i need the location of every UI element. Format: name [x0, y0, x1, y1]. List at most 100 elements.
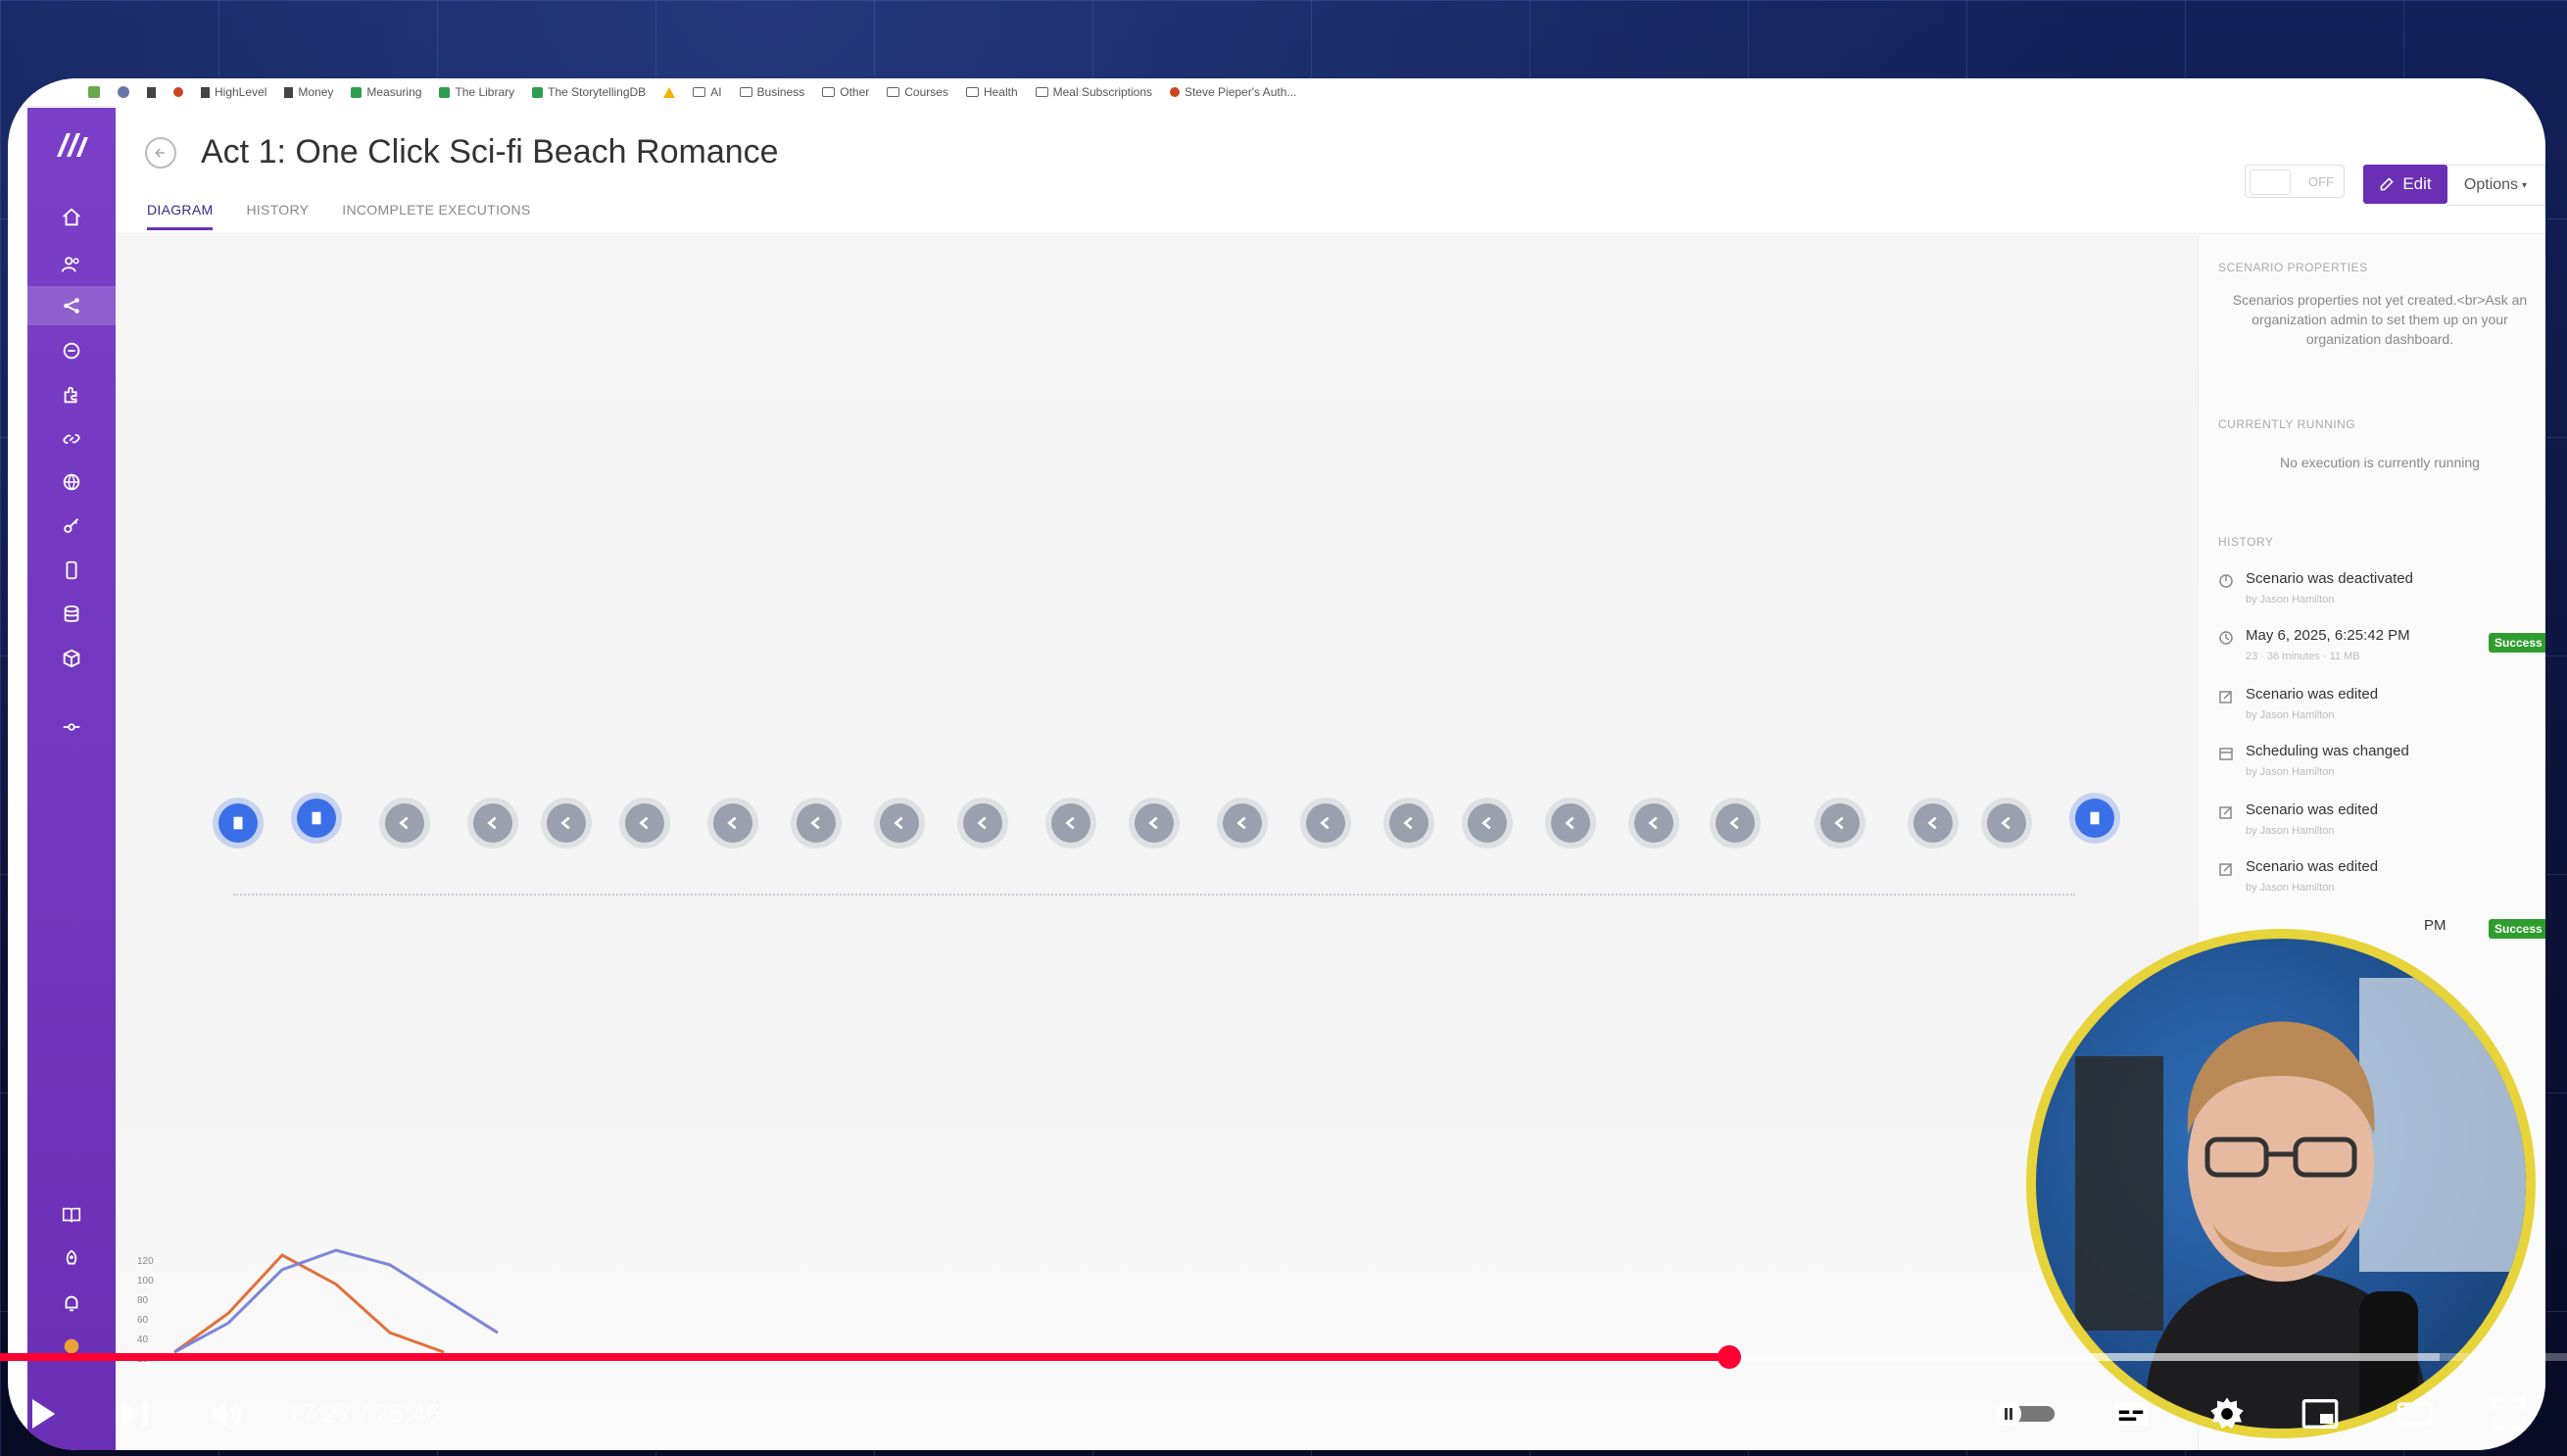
openai-module-node[interactable]: [1634, 803, 1673, 843]
scenario-diagram-canvas[interactable]: 12010080604020: [116, 235, 2198, 1450]
scenario-header: Act 1: One Click Sci-fi Beach Romance DI…: [116, 106, 2545, 234]
home-icon[interactable]: [27, 198, 116, 237]
webcam-overlay: [2026, 929, 2536, 1438]
scenarios-share-icon[interactable]: [27, 286, 116, 325]
google-docs-module-node[interactable]: [297, 799, 336, 838]
openai-module-node[interactable]: [1913, 803, 1953, 843]
openai-module-node[interactable]: [1389, 803, 1429, 843]
openai-module-node[interactable]: [1051, 803, 1090, 843]
history-entry-sub: by Jason Hamilton: [2246, 825, 2335, 837]
openai-module-node[interactable]: [797, 803, 836, 843]
scenario-properties-heading: SCENARIO PROPERTIES: [2218, 261, 2368, 274]
google-docs-module-node[interactable]: [218, 803, 258, 843]
bookmark-item[interactable]: The StorytellingDB: [532, 85, 646, 99]
history-entry-sub: by Jason Hamilton: [2246, 594, 2335, 606]
globe-icon[interactable]: [27, 462, 116, 502]
history-entry-title: Scenario was edited: [2246, 858, 2379, 875]
drive-icon[interactable]: [663, 86, 676, 98]
openai-module-node[interactable]: [385, 803, 424, 843]
bookmarks-bar: HighLevel Money Measuring The Library Th…: [8, 78, 2545, 107]
autoplay-toggle[interactable]: [1994, 1389, 2058, 1438]
tab-history[interactable]: HISTORY: [246, 202, 309, 230]
bookmark-folder[interactable]: AI: [693, 85, 722, 99]
volume-icon[interactable]: [202, 1389, 251, 1438]
bookmark-item[interactable]: Steve Pieper's Auth...: [1170, 85, 1296, 99]
commit-icon[interactable]: [27, 707, 116, 747]
options-button[interactable]: Options ▾: [2446, 165, 2545, 206]
team-icon[interactable]: [27, 245, 116, 284]
subtitles-icon[interactable]: [2107, 1389, 2155, 1438]
link-icon[interactable]: [27, 419, 116, 459]
chart-y-tick-label: 60: [137, 1315, 149, 1326]
doc-icon: [147, 86, 156, 98]
history-entry-title: Scenario was edited: [2246, 686, 2379, 703]
openai-module-node[interactable]: [880, 803, 919, 843]
openai-module-node[interactable]: [1306, 803, 1345, 843]
datastore-icon[interactable]: [27, 595, 116, 634]
player-controls: 17:27 / 25:46: [0, 1372, 2567, 1456]
scheduling-toggle[interactable]: OFF: [2245, 165, 2345, 198]
tab-incomplete-executions[interactable]: INCOMPLETE EXECUTIONS: [342, 202, 530, 230]
rocket-icon[interactable]: [27, 1239, 116, 1279]
history-entry-title: Scenario was edited: [2246, 801, 2379, 818]
openai-module-node[interactable]: [625, 803, 664, 843]
edit-icon: [2219, 806, 2232, 819]
google-docs-module-node[interactable]: [2075, 799, 2114, 838]
back-arrow-icon[interactable]: [145, 137, 176, 169]
flow-connector: [233, 894, 2075, 896]
options-button-label: Options: [2463, 176, 2519, 193]
video-progress-bar[interactable]: [0, 1353, 2567, 1361]
history-entry-sub: 23 · 36 minutes · 11 MB: [2246, 651, 2360, 662]
extension-icon: [118, 86, 129, 98]
miniplayer-icon[interactable]: [2296, 1389, 2345, 1438]
progress-scrubber[interactable]: [1718, 1345, 1741, 1369]
openai-module-node[interactable]: [963, 803, 1002, 843]
theater-mode-icon[interactable]: [2391, 1389, 2440, 1438]
bookmark-folder[interactable]: Health: [965, 85, 1018, 99]
page-title: Act 1: One Click Sci-fi Beach Romance: [201, 133, 779, 170]
book-icon[interactable]: [27, 1195, 116, 1235]
bookmark-item[interactable]: Money: [284, 85, 333, 99]
openai-module-node[interactable]: [473, 803, 512, 843]
bookmark-item[interactable]: Measuring: [351, 85, 421, 99]
edit-icon: [2219, 863, 2232, 876]
edit-icon: [2219, 691, 2232, 704]
openai-module-node[interactable]: [1987, 803, 2026, 843]
history-entry-sub: by Jason Hamilton: [2246, 882, 2335, 894]
play-icon[interactable]: [18, 1389, 67, 1438]
next-icon[interactable]: [110, 1389, 159, 1438]
openai-module-node[interactable]: [1551, 803, 1590, 843]
key-icon[interactable]: [27, 507, 116, 546]
templates-icon[interactable]: [27, 331, 116, 370]
openai-module-node[interactable]: [1223, 803, 1262, 843]
bookmark-folder[interactable]: Meal Subscriptions: [1035, 85, 1152, 99]
apps-icon: [88, 86, 100, 98]
device-icon[interactable]: [27, 551, 116, 590]
openai-module-node[interactable]: [713, 803, 752, 843]
time-display: 17:27 / 25:46: [286, 1399, 441, 1429]
history-entry-title: Scheduling was changed: [2246, 743, 2409, 759]
toggle-label: OFF: [2308, 173, 2334, 189]
fullscreen-icon[interactable]: [2484, 1389, 2533, 1438]
cube-icon[interactable]: [27, 639, 116, 678]
sheet-icon: [351, 86, 363, 98]
openai-module-node[interactable]: [1820, 803, 1860, 843]
bell-icon[interactable]: [27, 1284, 116, 1323]
openai-module-node[interactable]: [1135, 803, 1174, 843]
sheet-icon: [532, 86, 544, 98]
openai-module-node[interactable]: [547, 803, 586, 843]
openai-module-node[interactable]: [1468, 803, 1507, 843]
make-logo-icon[interactable]: [53, 127, 92, 161]
settings-gear-icon[interactable]: [2203, 1389, 2252, 1438]
openai-module-node[interactable]: [1716, 803, 1755, 843]
bookmark-folder[interactable]: Other: [822, 85, 869, 99]
bookmark-item[interactable]: HighLevel: [201, 85, 266, 99]
bookmark-folder[interactable]: Business: [739, 85, 804, 99]
tab-diagram[interactable]: DIAGRAM: [147, 202, 214, 230]
brand-icon: [1170, 87, 1181, 97]
bookmark-item[interactable]: The Library: [439, 85, 514, 99]
bookmark-folder[interactable]: Courses: [887, 85, 948, 99]
edit-button[interactable]: Edit: [2363, 165, 2447, 204]
puzzle-icon[interactable]: [27, 375, 116, 414]
app-sidebar: [27, 108, 116, 1450]
